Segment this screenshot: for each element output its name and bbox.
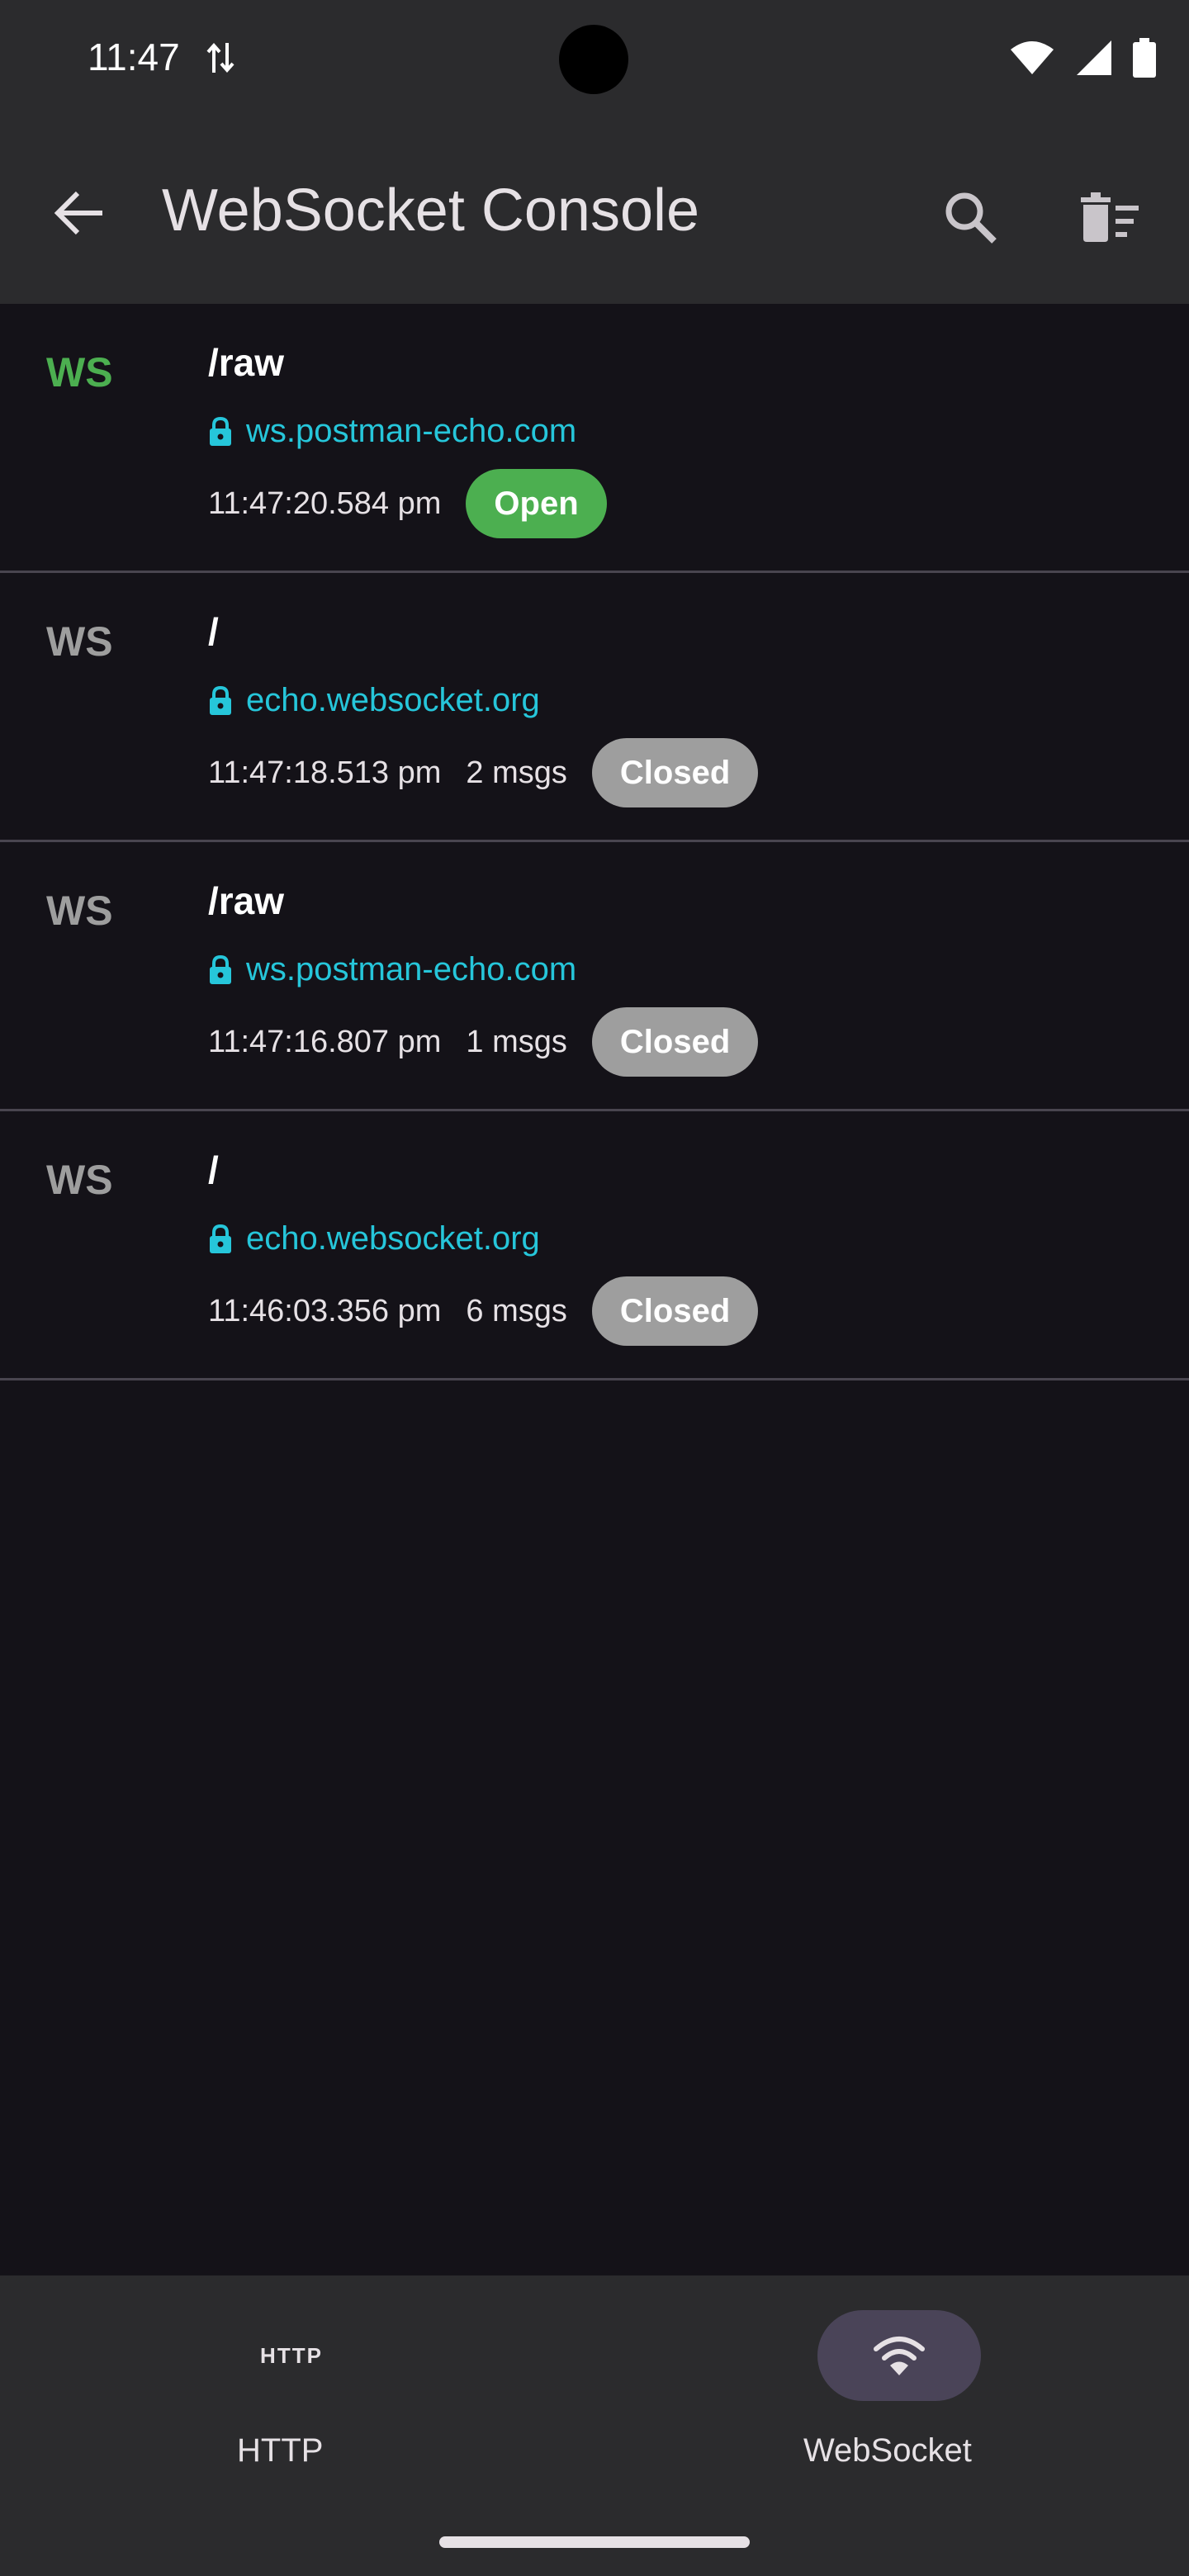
connection-host: echo.websocket.org [208, 682, 540, 719]
data-activity-icon [206, 42, 234, 73]
lock-icon [210, 685, 231, 715]
message-count: 2 msgs [466, 755, 567, 790]
delete-sweep-icon [1081, 192, 1139, 242]
search-button[interactable] [933, 180, 1007, 254]
connection-row[interactable]: WS /raw ws.postman-echo.com 11:47:20.584… [0, 304, 1189, 573]
status-badge: Closed [591, 1007, 759, 1077]
lock-icon [210, 416, 231, 446]
battery-icon [1133, 38, 1156, 78]
connection-path: /raw [208, 341, 285, 384]
nav-tab-websocket[interactable]: WebSocket [594, 2275, 1189, 2576]
connection-meta: 11:46:03.356 pm 6 msgs Closed [208, 1276, 759, 1346]
arrow-back-icon [54, 191, 102, 235]
clear-all-button[interactable] [1072, 180, 1146, 254]
status-badge: Closed [591, 1276, 759, 1346]
status-badge: Closed [591, 738, 759, 807]
back-button[interactable] [46, 180, 112, 246]
connection-path: / [208, 1148, 219, 1191]
status-badge: Open [466, 469, 607, 538]
status-time: 11:47 [88, 36, 180, 78]
wifi-icon [874, 2337, 925, 2375]
gesture-handle[interactable] [439, 2536, 750, 2548]
connection-path: / [208, 610, 219, 653]
search-icon [945, 192, 997, 244]
connection-row[interactable]: WS /raw ws.postman-echo.com 11:47:16.807… [0, 842, 1189, 1111]
camera-cutout [559, 25, 628, 94]
status-bar: 11:47 [0, 0, 1189, 117]
protocol-tag: WS [46, 618, 113, 665]
nav-indicator: HTTP [210, 2310, 373, 2401]
connection-meta: 11:47:16.807 pm 1 msgs Closed [208, 1007, 759, 1077]
page-title: WebSocket Console [162, 178, 700, 244]
connection-host: ws.postman-echo.com [208, 951, 576, 988]
lock-icon [210, 1224, 231, 1253]
cell-signal-icon [1077, 40, 1111, 75]
connection-path: /raw [208, 879, 285, 922]
host-label: ws.postman-echo.com [246, 951, 577, 987]
bottom-navigation: HTTP HTTP WebSocket [0, 2275, 1189, 2576]
protocol-tag: WS [46, 1157, 113, 1203]
nav-label-http: HTTP [237, 2432, 324, 2469]
timestamp: 11:47:18.513 pm [208, 755, 442, 790]
connection-meta: 11:47:18.513 pm 2 msgs Closed [208, 738, 759, 807]
timestamp: 11:46:03.356 pm [208, 1293, 442, 1328]
protocol-tag: WS [46, 888, 113, 934]
lock-icon [210, 954, 231, 984]
connection-host: echo.websocket.org [208, 1220, 540, 1257]
host-label: echo.websocket.org [246, 1220, 540, 1257]
status-icons [1009, 38, 1156, 78]
message-count: 6 msgs [466, 1293, 567, 1328]
protocol-tag: WS [46, 349, 113, 395]
connection-list: WS /raw ws.postman-echo.com 11:47:20.584… [0, 304, 1189, 1380]
timestamp: 11:47:20.584 pm [208, 485, 442, 521]
host-label: ws.postman-echo.com [246, 413, 577, 449]
connection-meta: 11:47:20.584 pm Open [208, 469, 607, 538]
app-bar: WebSocket Console [0, 117, 1189, 304]
message-count: 1 msgs [466, 1024, 567, 1059]
connection-row[interactable]: WS / echo.websocket.org 11:47:18.513 pm … [0, 573, 1189, 842]
nav-indicator-active [817, 2310, 981, 2401]
connection-row[interactable]: WS / echo.websocket.org 11:46:03.356 pm … [0, 1111, 1189, 1380]
nav-label-websocket: WebSocket [803, 2432, 972, 2469]
wifi-signal-icon [1011, 41, 1054, 74]
timestamp: 11:47:16.807 pm [208, 1024, 442, 1059]
host-label: echo.websocket.org [246, 682, 540, 718]
connection-host: ws.postman-echo.com [208, 413, 576, 450]
http-icon: HTTP [260, 2342, 323, 2368]
nav-tab-http[interactable]: HTTP HTTP [0, 2275, 594, 2576]
